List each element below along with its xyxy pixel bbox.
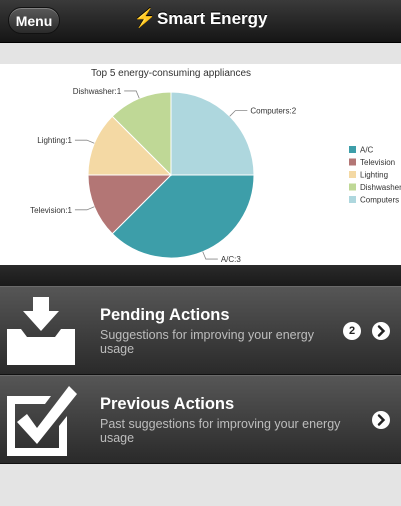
pending-actions-title: Pending Actions bbox=[100, 306, 230, 324]
chevron-right-icon[interactable] bbox=[372, 411, 390, 429]
callout-label-a-c: A/C:3 bbox=[221, 255, 242, 264]
pending-actions-row[interactable]: Pending Actions Suggestions for improvin… bbox=[0, 286, 401, 375]
chevron-right-icon[interactable] bbox=[372, 322, 390, 340]
pending-actions-description: Suggestions for improving your energy us… bbox=[100, 328, 315, 356]
app-title: ⚡Smart Energy bbox=[0, 8, 401, 29]
legend-label-computers: Computers bbox=[360, 196, 399, 205]
callout-line bbox=[74, 206, 95, 211]
chart-panel: Top 5 energy-consuming appliances A/C:3 T… bbox=[0, 64, 401, 265]
callout-line bbox=[229, 110, 248, 117]
callout-label-computers: Computers:2 bbox=[250, 107, 296, 116]
legend-swatch-a-c bbox=[349, 146, 356, 153]
top-spacer bbox=[0, 43, 401, 64]
callout-line bbox=[202, 251, 218, 260]
pending-count-badge: 2 bbox=[343, 322, 361, 340]
checkbox-checked-icon bbox=[7, 386, 77, 456]
previous-actions-description: Past suggestions for improving your ener… bbox=[100, 417, 341, 445]
callout-label-lighting: Lighting:1 bbox=[37, 136, 72, 145]
legend-swatch-lighting bbox=[349, 171, 356, 178]
legend-swatch-television bbox=[349, 158, 356, 166]
callout-label-dishwasher: Dishwasher:1 bbox=[73, 87, 122, 96]
legend-label-dishwasher: Dishwasher bbox=[360, 183, 401, 192]
legend-label-a-c: A/C bbox=[360, 146, 374, 155]
legend-label-television: Television bbox=[360, 158, 395, 167]
lightning-bolt-icon: ⚡ bbox=[133, 8, 156, 28]
app-header: Menu ⚡Smart Energy bbox=[0, 0, 401, 43]
legend-swatch-computers bbox=[349, 196, 356, 203]
previous-actions-title: Previous Actions bbox=[100, 395, 235, 413]
app-title-text: Smart Energy bbox=[156, 9, 268, 28]
pie-chart: Top 5 energy-consuming appliances A/C:3 T… bbox=[30, 68, 401, 264]
chart-title: Top 5 energy-consuming appliances bbox=[91, 68, 251, 79]
legend-label-lighting: Lighting bbox=[360, 171, 388, 180]
inbox-download-icon bbox=[7, 297, 75, 365]
previous-actions-row[interactable]: Previous Actions Past suggestions for im… bbox=[0, 375, 401, 464]
callout-label-television: Television:1 bbox=[30, 206, 72, 215]
section-divider bbox=[0, 265, 401, 286]
pie-slice-computers bbox=[170, 91, 255, 176]
legend-swatch-dishwasher bbox=[349, 183, 356, 191]
callout-line bbox=[74, 139, 95, 144]
callout-line bbox=[124, 90, 140, 99]
